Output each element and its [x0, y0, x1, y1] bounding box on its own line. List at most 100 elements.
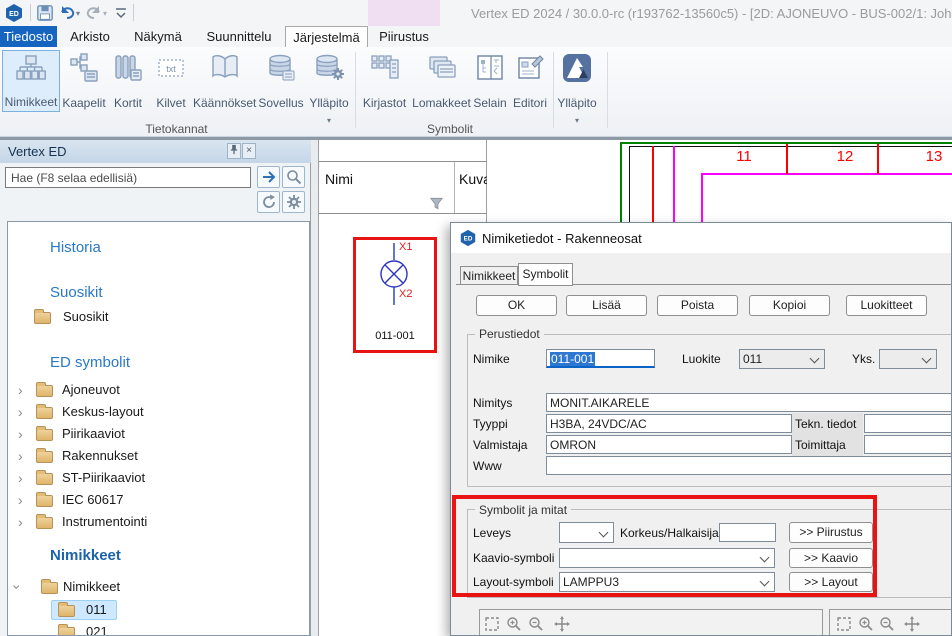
symbol-code[interactable]: 011-001	[356, 330, 434, 342]
save-button[interactable]	[36, 4, 54, 25]
chevron-right-icon[interactable]: ›	[18, 491, 23, 509]
groupbox-legend: Symbolit ja mitat	[475, 503, 571, 517]
layout-symboli-dropdown[interactable]: LAMPPU3	[559, 572, 775, 592]
settings-button[interactable]	[282, 191, 305, 213]
ribbon-button-kaapelit[interactable]: Kaapelit	[61, 50, 107, 112]
dialog-tab-nimikkeet[interactable]: Nimikkeet	[460, 266, 518, 285]
yks-dropdown[interactable]	[879, 349, 937, 369]
tab-piirustus[interactable]: Piirustus	[368, 26, 440, 47]
close-panel-icon[interactable]: ×	[242, 143, 256, 159]
chevron-right-icon[interactable]: ›	[18, 447, 23, 465]
ribbon-button-yllapito-tietokannat[interactable]: Ylläpito ▾	[306, 50, 352, 112]
search-input[interactable]	[5, 167, 251, 188]
sheet-column-label: 11	[732, 148, 756, 165]
layout-button[interactable]: >> Layout	[789, 572, 873, 592]
nimike-field[interactable]: 011-001	[546, 349, 655, 368]
redo-button[interactable]	[85, 4, 103, 24]
sidebar-panel: Vertex ED × Historia Suosikit Suosikit E…	[0, 140, 311, 636]
ribbon-group-label-symbolit: Symbolit	[357, 122, 543, 136]
tree-header-nimikkeet[interactable]: Nimikkeet	[50, 547, 121, 564]
sidebar-item-keskus-layout[interactable]: › Keskus-layout	[8, 402, 309, 422]
ribbon-button-kilvet[interactable]: txt Kilvet	[149, 50, 193, 112]
tree-header-historia[interactable]: Historia	[50, 239, 101, 256]
tree-header-ed-symbolit[interactable]: ED symbolit	[50, 354, 130, 371]
chevron-right-icon[interactable]: ›	[18, 425, 23, 443]
ribbon-button-yllapito-symbolit[interactable]: Ylläpito ▾	[556, 50, 598, 112]
ribbon-button-selain[interactable]: Selain	[471, 50, 509, 112]
sidebar-item-iec-60617[interactable]: › IEC 60617	[8, 490, 309, 510]
chevron-right-icon[interactable]: ›	[18, 381, 23, 399]
sidebar-item-nimikkeet[interactable]: › Nimikkeet	[8, 577, 309, 597]
zoom-out-icon[interactable]	[528, 616, 546, 634]
www-field[interactable]	[546, 456, 952, 475]
tab-tiedosto[interactable]: Tiedosto	[0, 26, 57, 47]
tree-header-suosikit[interactable]: Suosikit	[50, 284, 103, 301]
column-divider[interactable]	[454, 162, 455, 213]
ribbon-group-separator	[355, 52, 356, 128]
filter-funnel-icon[interactable]	[429, 196, 444, 214]
sidebar-item-st-piirikaaviot[interactable]: › ST-Piirikaaviot	[8, 468, 309, 488]
pan-icon[interactable]	[904, 616, 922, 634]
kopioi-button[interactable]: Kopioi	[749, 295, 830, 316]
tab-suunnittelu[interactable]: Suunnittelu	[193, 26, 285, 47]
tyyppi-field[interactable]: H3BA, 24VDC/AC	[546, 414, 792, 433]
tab-jarjestelma[interactable]: Järjestelmä	[285, 26, 368, 47]
toimittaja-field[interactable]	[864, 435, 952, 454]
pan-icon[interactable]	[554, 616, 572, 634]
piirustus-button[interactable]: >> Piirustus	[789, 522, 873, 543]
sidebar-item-rakennukset[interactable]: › Rakennukset	[8, 446, 309, 466]
lisaa-button[interactable]: Lisää	[566, 295, 647, 316]
preview-pane-left[interactable]	[479, 609, 823, 636]
ribbon-button-kaannokset[interactable]: Käännökset	[193, 50, 256, 112]
column-header-nimi[interactable]: Nimi	[325, 171, 353, 187]
lamp-symbol[interactable]	[356, 240, 434, 314]
ribbon-button-sovellus[interactable]: Sovellus	[256, 50, 306, 112]
ok-button[interactable]: OK	[476, 295, 557, 316]
zoom-fit-icon[interactable]	[484, 616, 502, 634]
poista-button[interactable]: Poista	[657, 295, 738, 316]
ribbon-button-kortit[interactable]: Kortit	[107, 50, 149, 112]
nimitys-field[interactable]: MONIT.AIKARELE	[546, 393, 952, 412]
ribbon-button-nimikkeet[interactable]: Nimikkeet	[2, 50, 60, 112]
sidebar-item-instrumentointi[interactable]: › Instrumentointi	[8, 512, 309, 532]
chevron-down-icon[interactable]: ›	[8, 585, 26, 590]
customize-toolbar-icon[interactable]	[114, 6, 128, 23]
zoom-in-icon[interactable]	[858, 616, 876, 634]
search-magnifier-button[interactable]	[282, 166, 305, 188]
tekn-tiedot-field[interactable]	[864, 414, 952, 433]
luokitteet-button[interactable]: Luokitteet	[846, 295, 927, 316]
redo-dropdown-icon[interactable]: ▾	[103, 9, 107, 18]
sidebar-item-021[interactable]: 021	[8, 622, 309, 636]
preview-pane-right[interactable]	[829, 609, 952, 636]
chevron-right-icon[interactable]: ›	[18, 469, 23, 487]
chevron-right-icon[interactable]: ›	[18, 513, 23, 531]
sidebar-item-piirikaaviot[interactable]: › Piirikaaviot	[8, 424, 309, 444]
kaavio-button[interactable]: >> Kaavio	[789, 548, 873, 568]
menu-tab-row: Tiedosto Arkisto Näkymä Suunnittelu Järj…	[0, 26, 952, 47]
sidebar-item-suosikit[interactable]: Suosikit	[8, 307, 309, 327]
chevron-right-icon[interactable]: ›	[18, 403, 23, 421]
divider	[30, 4, 31, 21]
zoom-in-icon[interactable]	[506, 616, 524, 634]
tab-nakyma[interactable]: Näkymä	[123, 26, 193, 47]
zoom-fit-icon[interactable]	[836, 616, 854, 634]
sidebar-item-ajoneuvot[interactable]: › Ajoneuvot	[8, 380, 309, 400]
leveys-dropdown[interactable]	[559, 522, 614, 543]
refresh-button[interactable]	[257, 191, 280, 213]
valmistaja-field[interactable]: OMRON	[546, 435, 792, 454]
ribbon-button-editori[interactable]: Editori	[509, 50, 551, 112]
dialog-titlebar[interactable]: ED Nimiketiedot - Rakenneosat	[451, 223, 951, 253]
undo-dropdown-icon[interactable]: ▾	[76, 9, 80, 18]
ribbon-button-lomakkeet[interactable]: Lomakkeet	[412, 50, 471, 112]
korkeus-field[interactable]	[719, 523, 776, 542]
sidebar-item-011[interactable]: 011	[8, 600, 309, 620]
search-go-button[interactable]	[257, 166, 280, 188]
luokite-dropdown[interactable]: 011	[739, 349, 825, 369]
dialog-tab-symbolit[interactable]: Symbolit	[518, 263, 573, 286]
kaavio-symboli-dropdown[interactable]	[559, 548, 775, 568]
undo-button[interactable]	[58, 4, 76, 24]
tab-arkisto[interactable]: Arkisto	[57, 26, 123, 47]
pin-panel-icon[interactable]	[227, 143, 241, 159]
ribbon-button-kirjastot[interactable]: Kirjastot	[357, 50, 412, 112]
zoom-out-icon[interactable]	[879, 616, 897, 634]
